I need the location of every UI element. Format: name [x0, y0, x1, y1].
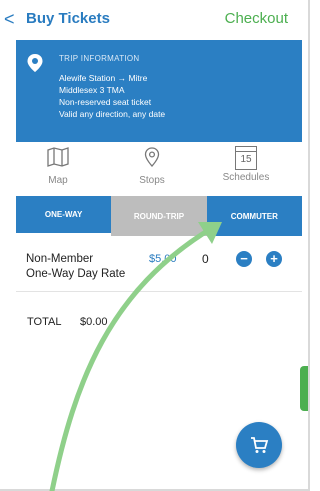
checkout-link[interactable]: Checkout [225, 10, 288, 27]
page-title: Buy Tickets [26, 10, 110, 27]
trip-ticket-type: Non-reserved seat ticket [59, 97, 152, 107]
nav-schedules-label: Schedules [222, 172, 270, 183]
fare-name-line1: Non-Member [26, 253, 94, 265]
map-icon [47, 147, 69, 167]
trip-zone: Middlesex 3 TMA [59, 85, 125, 95]
location-pin-icon [27, 54, 43, 72]
nav-schedules-button[interactable]: 15 Schedules [206, 146, 286, 183]
tab-commuter[interactable]: COMMUTER [206, 196, 302, 236]
trip-details: Alewife Station → Mitre Middlesex 3 TMA … [59, 72, 165, 120]
fare-quantity: 0 [202, 252, 209, 266]
trip-heading: TRIP INFORMATION [59, 54, 140, 63]
total-label: TOTAL [27, 316, 62, 328]
calendar-icon: 15 [235, 146, 257, 170]
tab-one-way[interactable]: ONE-WAY [16, 196, 112, 236]
fare-type-tabs: ONE-WAY ROUND-TRIP COMMUTER [16, 196, 302, 236]
stop-marker-icon [144, 147, 160, 167]
fare-name: Non-Member One-Way Day Rate [26, 252, 146, 282]
total-value: $0.00 [80, 316, 108, 328]
nav-map-label: Map [48, 175, 68, 186]
fare-row: Non-Member One-Way Day Rate $5.00 0 − + [16, 237, 302, 292]
top-bar: < Buy Tickets Checkout [0, 0, 310, 40]
right-edge-divider [308, 0, 310, 491]
trip-nav-bar: Map Stops 15 Schedules [16, 142, 302, 196]
shopping-cart-icon [251, 437, 269, 453]
nav-map-button[interactable]: Map [18, 146, 98, 186]
fare-price: $5.00 [149, 253, 177, 265]
trip-information-panel: TRIP INFORMATION Alewife Station → Mitre… [16, 40, 302, 142]
tab-round-trip[interactable]: ROUND-TRIP [111, 196, 207, 236]
fare-name-line2: One-Way Day Rate [26, 268, 126, 280]
cart-button[interactable] [236, 422, 282, 468]
back-chevron-icon[interactable]: < [4, 9, 15, 30]
decrease-quantity-button[interactable]: − [236, 251, 252, 267]
nav-stops-label: Stops [139, 175, 165, 186]
side-tab-indicator [300, 366, 308, 411]
increase-quantity-button[interactable]: + [266, 251, 282, 267]
trip-validity: Valid any direction, any date [59, 109, 166, 119]
trip-route: Alewife Station → Mitre [59, 73, 148, 83]
nav-stops-button[interactable]: Stops [112, 146, 192, 186]
